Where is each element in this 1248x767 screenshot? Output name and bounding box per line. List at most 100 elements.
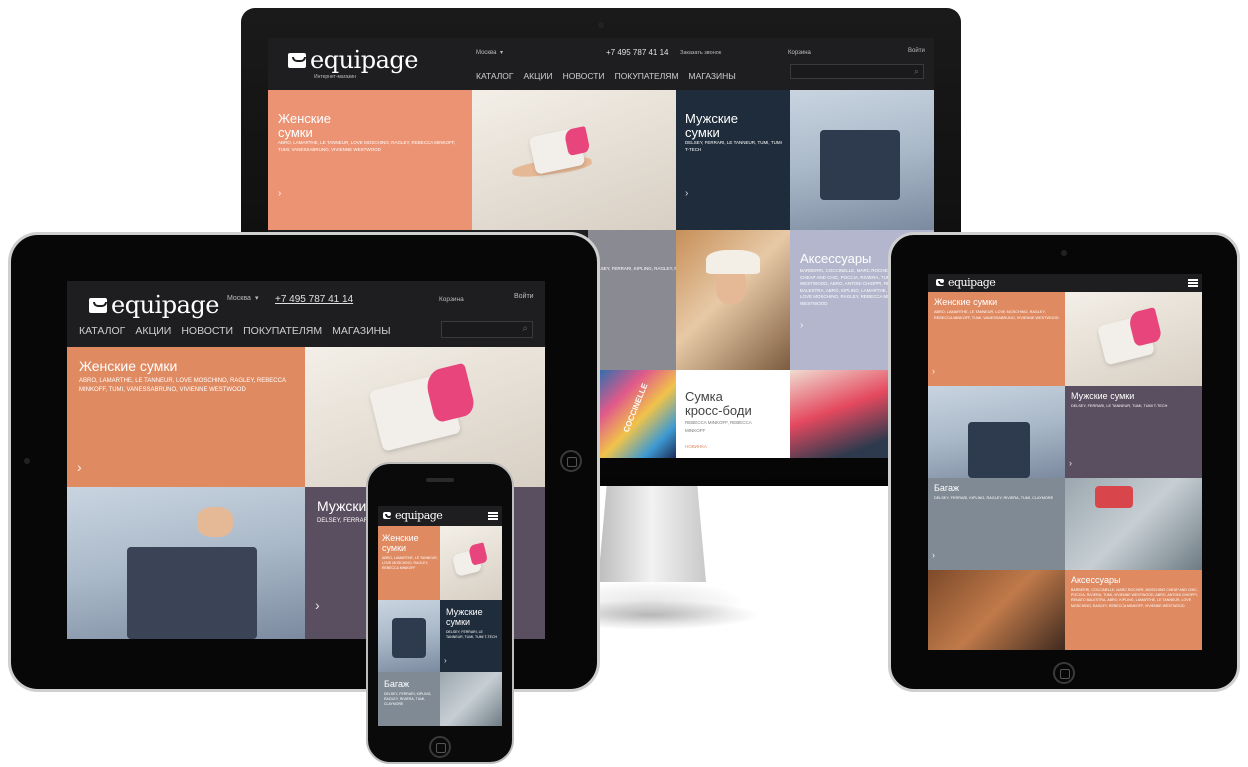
login-link[interactable]: Войти (514, 293, 534, 300)
arrow-right-icon: › (932, 550, 935, 560)
tile-brands: REBECCA MINKOFF, REBECCA (685, 420, 752, 425)
tile-title: Аксессуары (800, 251, 872, 266)
tile-title: кросс-боди (685, 403, 752, 418)
tile-title: Женские сумки (934, 297, 998, 307)
photo-scarf-pattern: COCCINELLE (598, 370, 676, 458)
tile-title: Мужские сумки (1071, 391, 1135, 401)
chevron-down-icon: ▾ (500, 50, 504, 56)
tile-accessories[interactable]: Аксессуары BARBERRI, COCCINELLE, MARC RO… (1065, 570, 1202, 650)
photo-man-navy-bag (67, 487, 305, 639)
menu-icon[interactable] (1188, 279, 1198, 287)
nav-news[interactable]: НОВОСТИ (181, 325, 233, 337)
logo-tagline: Интернет-магазин (314, 74, 356, 80)
tile-men-bags[interactable]: Мужские сумки DELSEY, FERRARI, LE TANNEU… (676, 90, 790, 230)
tile-title: Багаж (384, 679, 410, 689)
nav-stores[interactable]: МАГАЗИНЫ (332, 325, 390, 337)
arrow-right-icon: › (800, 320, 804, 331)
nav-buyers[interactable]: ПОКУПАТЕЛЯМ (615, 71, 679, 81)
photo-woman-scarf (676, 230, 790, 370)
desktop-header: equipage Интернет-магазин Москва ▾ +7 49… (268, 38, 934, 90)
logo-text: equipage (948, 276, 996, 289)
tile-brands: DELSEY, FERRARI, KIPLING, RAGLEY, RIVIER… (384, 692, 432, 707)
search-input[interactable]: ⌕ (441, 321, 533, 338)
logo-text: equipage (395, 509, 443, 522)
earpiece-speaker (426, 478, 454, 482)
login-link[interactable]: Войти (908, 48, 925, 54)
tile-title: сумки (382, 543, 407, 553)
bag-logo-icon (936, 279, 947, 286)
desktop-logo[interactable]: equipage (288, 46, 418, 74)
home-button[interactable] (429, 736, 451, 758)
tile-crossbody[interactable]: Сумка кросс-боди REBECCA MINKOFF, REBECC… (676, 370, 790, 458)
photo-woman-pink-bag (440, 526, 502, 600)
nav-sales[interactable]: АКЦИИ (524, 71, 553, 81)
search-icon: ⌕ (522, 323, 528, 334)
photo-luggage (440, 672, 502, 726)
tile-brands: ABRO, LAMARTHE, LE TANNEUR, LOVE MOSCHIN… (382, 556, 438, 571)
phone-logo[interactable]: equipage (383, 509, 443, 522)
tablet-portrait-screen: equipage Женские сумки ABRO, LAMARTHE, L… (928, 274, 1202, 650)
tile-title: сумки (446, 617, 471, 627)
tablet-logo[interactable]: equipage (89, 291, 219, 319)
photo-man-navy-bag (790, 90, 934, 230)
cart-link[interactable]: Корзина (439, 296, 464, 303)
tile-brands: ABRO, LAMARTHE, LE TANNEUR, LOVE MOSCHIN… (79, 378, 286, 393)
city-selector[interactable]: Москва (476, 50, 496, 56)
tile-title: Сумка (685, 389, 723, 404)
tile-luggage[interactable]: Багаж DELSEY, FERRARI, KIPLING, RAGLEY, … (378, 672, 440, 726)
phone-header: equipage (378, 506, 502, 526)
tile-title: Багаж (934, 483, 960, 493)
webcam (598, 22, 604, 28)
tile-luggage[interactable]: Багаж DELSEY, FERRARI, KIPLING, RAGLEY, … (928, 478, 1065, 570)
arrow-right-icon: › (1069, 458, 1072, 468)
scarf-brand-label: COCCINELLE (621, 382, 650, 434)
nav-buyers[interactable]: ПОКУПАТЕЛЯМ (243, 325, 322, 337)
tile-brands: DELSEY, FERRARI, LE TANNEUR, TUMI, TUMI … (446, 630, 498, 640)
menu-icon[interactable] (488, 512, 498, 520)
tile-women-bags[interactable]: Женские сумки ABRO, LAMARTHE, LE TANNEUR… (928, 292, 1065, 386)
tile-brands: DELSEY, FERRARI, LE TANNEUR, TUMI, TUMI … (685, 140, 782, 152)
tablet-portrait-logo[interactable]: equipage (936, 276, 996, 289)
arrow-right-icon: › (444, 656, 447, 665)
nav-news[interactable]: НОВОСТИ (563, 71, 605, 81)
desktop-nav: КАТАЛОГ АКЦИИ НОВОСТИ ПОКУПАТЕЛЯМ МАГАЗИ… (476, 71, 736, 81)
nav-stores[interactable]: МАГАЗИНЫ (689, 71, 736, 81)
tile-brands: ABRO, LAMARTHE, LE TANNEUR, LOVE MOSCHIN… (934, 310, 1059, 320)
cart-link[interactable]: Корзина (788, 50, 811, 56)
tile-women-bags[interactable]: Женские сумки ABRO, LAMARTHE, LE TANNEUR… (268, 90, 472, 230)
tablet-header: equipage Москва ▾ +7 495 787 41 14 Корзи… (67, 281, 545, 347)
tablet-portrait-header: equipage (928, 274, 1202, 292)
arrow-right-icon: › (77, 459, 82, 475)
photo-woman-pink-bag (472, 90, 676, 230)
smartphone-screen: equipage Женские сумки ABRO, LAMARTHE, L… (378, 506, 502, 726)
tile-men-bags[interactable]: Мужские сумки DELSEY, FERRARI, LE TANNEU… (1065, 386, 1202, 478)
tile-luggage-desktop[interactable]: DELSEY, FERRARI, KIPLING, RAGLEY, RIVIER… (588, 230, 676, 370)
header-phone[interactable]: +7 495 787 41 14 (275, 294, 353, 305)
nav-catalog[interactable]: КАТАЛОГ (476, 71, 514, 81)
city-selector[interactable]: Москва (227, 295, 251, 302)
search-input[interactable]: ⌕ (790, 64, 924, 79)
photo-leather-accessories (928, 570, 1065, 650)
search-icon: ⌕ (913, 66, 919, 76)
monitor-stand (598, 486, 706, 582)
photo-man-navy-bag (928, 386, 1065, 478)
home-button[interactable] (560, 450, 582, 472)
arrow-right-icon: › (278, 188, 282, 199)
tile-women-bags[interactable]: Женские сумки ABRO, LAMARTHE, LE TANNEUR… (67, 347, 305, 487)
tile-title: Мужские (446, 607, 483, 617)
front-camera (24, 458, 30, 464)
callback-link[interactable]: Заказать звонок (680, 50, 721, 56)
tile-title: сумки (685, 125, 720, 140)
tile-men-bags[interactable]: Мужские сумки DELSEY, FERRARI, LE TANNEU… (440, 600, 502, 672)
tile-brands-2: MINKOFF (685, 428, 706, 433)
nav-sales[interactable]: АКЦИИ (135, 325, 171, 337)
tile-women-bags[interactable]: Женские сумки ABRO, LAMARTHE, LE TANNEUR… (378, 526, 440, 600)
nav-catalog[interactable]: КАТАЛОГ (79, 325, 125, 337)
header-phone[interactable]: +7 495 787 41 14 (606, 48, 669, 57)
tile-title: Женские сумки (79, 358, 178, 374)
home-button[interactable] (1053, 662, 1075, 684)
tile-brands: DELSEY, FERRARI, LE TANNEUR, TUMI, TUMI … (1071, 404, 1168, 408)
tile-brands: BARBERRI, COCCINELLE, MARC ROCHER, MOSCH… (1071, 588, 1198, 608)
tablet-nav: КАТАЛОГ АКЦИИ НОВОСТИ ПОКУПАТЕЛЯМ МАГАЗИ… (79, 325, 391, 337)
tile-title: Женские (278, 111, 331, 126)
